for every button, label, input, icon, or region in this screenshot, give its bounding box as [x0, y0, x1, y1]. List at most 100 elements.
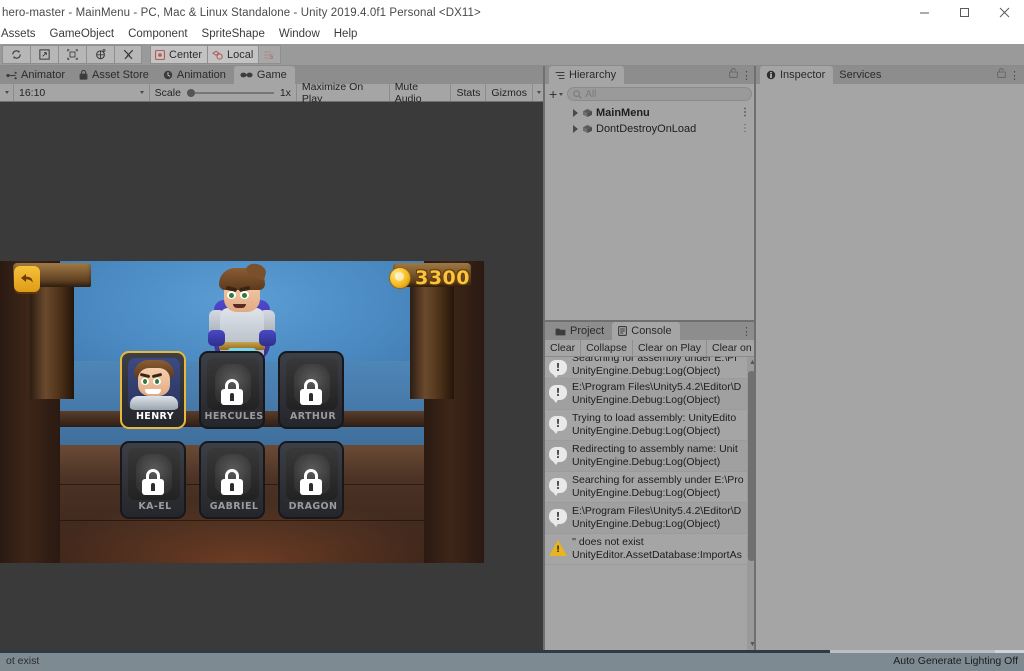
scale-slider-track[interactable]	[186, 88, 274, 97]
aspect-ratio-dropdown[interactable]: 16:10	[14, 84, 150, 101]
character-row: KA-EL GABRIEL DRAGON	[120, 441, 370, 519]
collapse-button[interactable]: Collapse	[581, 340, 633, 356]
create-object-button[interactable]: +	[549, 87, 564, 101]
pivot-mode-label: Center	[169, 48, 203, 61]
scale-tool-icon[interactable]	[30, 45, 58, 64]
display-dropdown[interactable]	[0, 84, 14, 101]
gizmos-dropdown[interactable]: Gizmos	[486, 84, 533, 101]
hierarchy-item-dontdestroyonload[interactable]: DontDestroyOnLoad ⋮	[545, 121, 756, 137]
tab-project[interactable]: Project	[549, 322, 613, 340]
panel-divider-vertical-right[interactable]	[754, 66, 756, 650]
tab-asset-store[interactable]: Asset Store	[73, 66, 157, 84]
console-entry-trace: UnityEngine.Debug:Log(Object)	[572, 487, 721, 499]
row-menu-icon[interactable]: ⋮	[740, 124, 750, 134]
menu-help[interactable]: Help	[327, 25, 365, 44]
mute-audio-label: Mute Audio	[394, 80, 422, 105]
game-render-canvas[interactable]: 3300 HENRY HERCULES ARTHUR KA-EL GABRIEL…	[0, 261, 484, 563]
console-entry-message: Searching for assembly under E:\Pro	[572, 474, 744, 486]
console-log-list[interactable]: ! Searching for assembly under E:\Pr Uni…	[545, 357, 756, 650]
scale-slider-knob[interactable]	[186, 88, 195, 97]
pivot-rotation-button[interactable]: Local	[207, 45, 259, 64]
rotate-tool-icon[interactable]	[2, 45, 30, 64]
back-button[interactable]	[14, 266, 40, 292]
menu-assets[interactable]: Assets	[0, 25, 43, 44]
panel-menu-icon[interactable]: ⋮	[741, 71, 752, 82]
console-entry[interactable]: ! Searching for assembly under E:\Pr Uni…	[545, 357, 756, 379]
console-entry-trace: UnityEngine.Debug:Log(Object)	[572, 518, 721, 530]
character-card-hercules[interactable]: HERCULES	[199, 351, 265, 429]
game-view[interactable]: 3300 HENRY HERCULES ARTHUR KA-EL GABRIEL…	[0, 102, 545, 650]
console-entry[interactable]: ! Searching for assembly under E:\Pro Un…	[545, 472, 756, 503]
panel-menu-icon[interactable]: ⋮	[741, 327, 752, 338]
coin-counter: 3300	[389, 267, 470, 289]
clear-button[interactable]: Clear	[545, 340, 582, 356]
menu-spriteshape[interactable]: SpriteShape	[195, 25, 272, 44]
console-entry-trace: UnityEngine.Debug:Log(Object)	[572, 425, 721, 437]
tab-game-label: Game	[256, 69, 287, 81]
pivot-mode-button[interactable]: Center	[150, 45, 208, 64]
clear-on-play-button[interactable]: Clear on Play	[633, 340, 707, 356]
menu-component[interactable]: Component	[121, 25, 194, 44]
layer-visibility-button[interactable]: 5	[258, 45, 282, 64]
maximize-button[interactable]	[944, 0, 984, 25]
panel-divider-horizontal[interactable]	[545, 320, 756, 322]
expand-arrow-icon[interactable]	[573, 125, 578, 133]
row-menu-icon[interactable]: ⋮	[740, 108, 750, 118]
window-controls	[904, 0, 1024, 25]
lock-panel-icon[interactable]	[997, 68, 1006, 81]
console-entry[interactable]: ! E:\Program Files\Unity5.4.2\Editor\D U…	[545, 379, 756, 410]
panel-menu-icon[interactable]: ⋮	[1009, 71, 1020, 82]
scale-slider[interactable]: Scale 1x	[150, 84, 297, 101]
console-entry[interactable]: ! '' does not exist UnityEditor.AssetDat…	[545, 534, 756, 565]
info-icon: !	[549, 416, 567, 434]
rect-tool-icon[interactable]	[58, 45, 86, 64]
close-button[interactable]	[984, 0, 1024, 25]
console-entry[interactable]: ! Redirecting to assembly name: Unit Uni…	[545, 441, 756, 472]
hierarchy-icon	[555, 71, 565, 79]
tab-console[interactable]: Console	[612, 322, 680, 340]
gameobject-icon	[582, 124, 593, 134]
chevron-down-icon	[559, 92, 564, 96]
tab-animator[interactable]: Animator	[0, 66, 74, 84]
custom-tool-icon[interactable]	[114, 45, 142, 64]
lock-panel-icon[interactable]	[729, 68, 738, 81]
tab-hierarchy[interactable]: Hierarchy	[549, 66, 625, 84]
hierarchy-item-mainmenu[interactable]: MainMenu ⋮	[545, 105, 756, 121]
tab-animation[interactable]: Animation	[156, 66, 234, 84]
animator-icon	[6, 71, 17, 79]
maximize-on-play-toggle[interactable]: Maximize On Play	[297, 81, 390, 105]
tab-console-label: Console	[631, 325, 672, 337]
tab-inspector[interactable]: Inspector	[760, 66, 834, 84]
minimize-button[interactable]	[904, 0, 944, 25]
tab-game[interactable]: Game	[233, 66, 295, 84]
character-card-arthur[interactable]: ARTHUR	[278, 351, 344, 429]
window-title: hero-master - MainMenu - PC, Mac & Linux…	[2, 6, 481, 19]
console-entry-trace: UnityEditor.AssetDatabase:ImportAs	[572, 549, 742, 561]
menu-window[interactable]: Window	[272, 25, 327, 44]
hierarchy-search-input[interactable]: All	[567, 87, 752, 101]
character-card-dragon[interactable]: DRAGON	[278, 441, 344, 519]
character-card-gabriel[interactable]: GABRIEL	[199, 441, 265, 519]
transform-tool-icon[interactable]	[86, 45, 114, 64]
mute-audio-toggle[interactable]: Mute Audio	[390, 81, 452, 105]
console-entry-message: E:\Program Files\Unity5.4.2\Editor\D	[572, 381, 742, 393]
menu-gameobject[interactable]: GameObject	[43, 25, 122, 44]
panel-divider-vertical-left[interactable]	[543, 66, 545, 650]
character-card-ka-el[interactable]: KA-EL	[120, 441, 186, 519]
game-tab-bar: Animator Asset Store Animation Game	[0, 66, 545, 84]
tab-services[interactable]: Services	[833, 66, 890, 84]
column-left	[30, 279, 74, 399]
hierarchy-tab-bar: Hierarchy ⋮	[545, 66, 756, 84]
stats-toggle[interactable]: Stats	[451, 84, 487, 101]
game-view-toolbar: 16:10 Scale 1x Maximize On Play Mute Aud…	[0, 81, 545, 105]
hierarchy-tree[interactable]: MainMenu ⋮ DontDestroyOnLoad ⋮	[545, 104, 756, 321]
console-entry[interactable]: ! E:\Program Files\Unity5.4.2\Editor\D U…	[545, 503, 756, 534]
character-card-henry[interactable]: HENRY	[120, 351, 186, 429]
console-tab-bar: Project Console ⋮	[545, 322, 756, 340]
console-entry-message: Trying to load assembly: UnityEdito	[572, 412, 737, 424]
console-entry[interactable]: ! Trying to load assembly: UnityEdito Un…	[545, 410, 756, 441]
scale-label: Scale	[154, 86, 181, 99]
console-entry-message: Searching for assembly under E:\Pr	[572, 357, 738, 364]
expand-arrow-icon[interactable]	[573, 109, 578, 117]
console-toolbar: Clear Collapse Clear on Play Clear on Bu	[545, 340, 767, 357]
